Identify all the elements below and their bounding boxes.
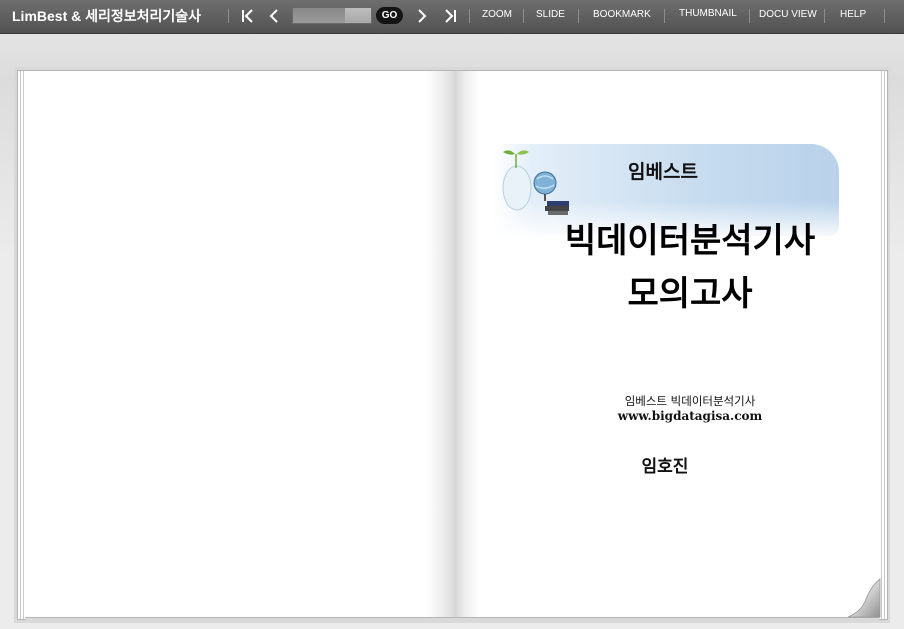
first-page-button[interactable] (239, 6, 257, 26)
left-page[interactable] (25, 70, 455, 618)
cover-website: www.bigdatagisa.com (617, 409, 763, 423)
globe-books-illustration (502, 150, 569, 215)
last-page-button[interactable] (441, 6, 459, 26)
toolbar-divider (469, 9, 470, 23)
right-page-cover[interactable]: 임베스트 빅데이터분석기사 모의고사 임베스트 빅데이터분석기사 www.big… (455, 70, 880, 618)
go-button[interactable]: GO (376, 7, 403, 24)
cover-subtitle: 임베스트 빅데이터분석기사 (624, 394, 756, 408)
slide-menu[interactable]: SLIDE (536, 9, 565, 20)
previous-page-icon (269, 9, 278, 23)
page-curl-corner[interactable] (846, 577, 882, 619)
next-page-button[interactable] (413, 6, 431, 26)
first-page-icon (242, 9, 253, 23)
toolbar-divider (228, 9, 229, 23)
toolbar-divider (664, 9, 665, 23)
page-field-handle (345, 8, 371, 23)
help-menu[interactable]: HELP (840, 9, 866, 20)
cover-title-line2: 모의고사 (627, 274, 753, 314)
bookmark-menu[interactable]: BOOKMARK (593, 9, 651, 20)
last-page-icon (445, 9, 456, 23)
toolbar-divider (884, 9, 885, 23)
toolbar-divider (523, 9, 524, 23)
cover-brand: 임베스트 (628, 161, 698, 183)
app-title: LimBest & 세리정보처리기술사 (12, 8, 202, 24)
thumbnail-menu[interactable]: THUMBNAIL (679, 8, 737, 19)
right-page-stack (879, 70, 888, 620)
previous-page-button[interactable] (265, 6, 283, 26)
cover-author: 임호진 (641, 457, 689, 477)
page-number-field[interactable] (292, 7, 372, 24)
toolbar-divider (824, 9, 825, 23)
toolbar-divider (749, 9, 750, 23)
page-number-input[interactable] (293, 8, 351, 23)
docu-view-menu[interactable]: DOCU VIEW (759, 9, 817, 20)
viewer-toolbar: LimBest & 세리정보처리기술사 GO ZOOM SLIDE BOOKMA… (0, 0, 904, 34)
cover-title-line1: 빅데이터분석기사 (564, 221, 816, 261)
zoom-menu[interactable]: ZOOM (482, 9, 512, 20)
toolbar-divider (578, 9, 579, 23)
next-page-icon (418, 9, 427, 23)
